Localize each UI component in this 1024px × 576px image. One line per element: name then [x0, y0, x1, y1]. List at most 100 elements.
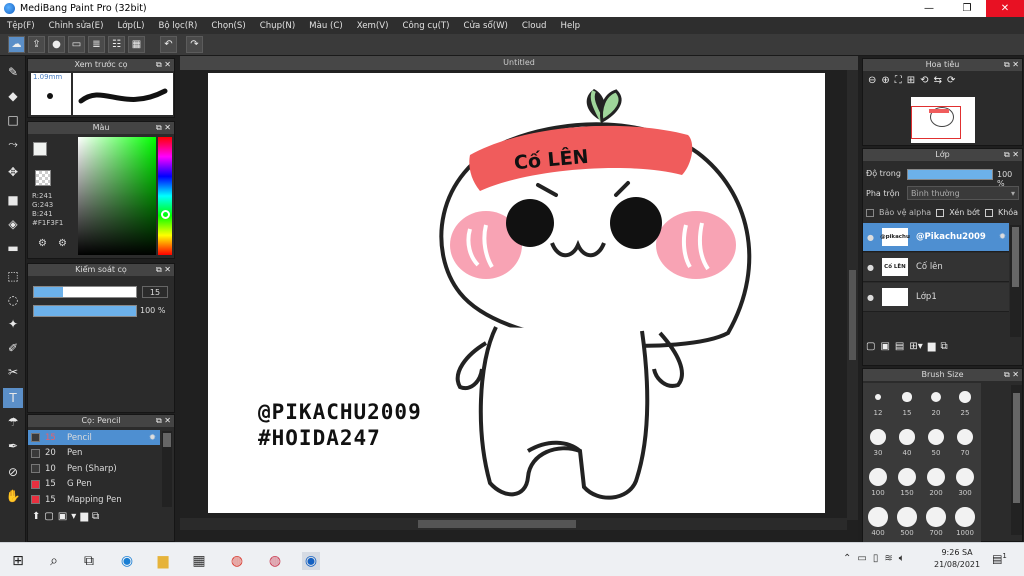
minimize-button[interactable]: — — [910, 0, 948, 17]
visibility-eye-icon[interactable]: ● — [867, 263, 874, 272]
layer-settings-gear-icon[interactable]: ✹ — [999, 232, 1006, 242]
redo-icon[interactable]: ↷ — [186, 36, 203, 53]
brush-size-preset[interactable] — [870, 429, 886, 445]
medibang-taskbar-icon[interactable]: ◉ — [302, 552, 320, 570]
comment-icon[interactable]: ● — [48, 36, 65, 53]
blend-mode-select[interactable]: Bình thường ▾ — [907, 186, 1019, 200]
layer-item[interactable]: ● Cố LÊN Cố lên — [863, 253, 1009, 282]
zoom-in-icon[interactable]: ⊕ — [881, 75, 889, 93]
magic-wand-icon[interactable]: ✦ — [3, 314, 23, 334]
chrome-profile-icon[interactable]: ◍ — [266, 552, 284, 570]
visibility-eye-icon[interactable]: ● — [867, 233, 874, 242]
layer-scrollbar[interactable] — [1010, 225, 1021, 337]
canvas-vertical-scrollbar[interactable] — [847, 70, 858, 520]
panel-close-icon[interactable]: ⧉ ✕ — [1004, 149, 1019, 161]
brush-size-preset[interactable] — [868, 507, 888, 527]
menu-item[interactable]: Bộ lọc(R) — [151, 21, 204, 31]
text-tool-icon[interactable]: T — [3, 388, 23, 408]
brush-copy-icon[interactable]: ▣ — [58, 511, 67, 531]
eyedropper-icon[interactable]: ⊘ — [3, 462, 23, 482]
bucket-tool-icon[interactable]: ◈ — [3, 214, 23, 234]
select-pen-icon[interactable]: ✐ — [3, 338, 23, 358]
brush-size-preset[interactable] — [868, 467, 888, 487]
chrome-icon[interactable]: ◍ — [228, 552, 246, 570]
new-halftone-layer-icon[interactable]: ▣ — [880, 341, 889, 361]
saturation-value-picker[interactable] — [78, 137, 156, 255]
menu-item[interactable]: Công cụ(T) — [396, 21, 457, 31]
layer-opacity-slider[interactable] — [907, 169, 993, 180]
opacity-slider[interactable] — [33, 305, 137, 317]
move-tool-icon[interactable]: ✥ — [3, 162, 23, 182]
eraser-tool-icon[interactable]: ◆ — [3, 86, 23, 106]
transparent-swatch[interactable] — [35, 170, 51, 186]
panel-close-icon[interactable]: ⧉ ✕ — [156, 264, 171, 276]
document-icon[interactable]: ≣ — [88, 36, 105, 53]
canvas-horizontal-scrollbar[interactable] — [180, 518, 847, 530]
windows-start-icon[interactable]: ⊞ — [9, 552, 27, 570]
menu-item[interactable]: Chụp(N) — [253, 21, 302, 31]
chevron-up-icon[interactable]: ⌃ — [843, 553, 851, 564]
task-view-icon[interactable]: ⧉ — [80, 552, 98, 570]
fit-icon[interactable]: ⛶ — [895, 75, 902, 93]
share-icon[interactable]: ⇪ — [28, 36, 45, 53]
size-value[interactable]: 15 — [142, 286, 168, 298]
size-slider[interactable] — [33, 286, 137, 298]
palette-add-icon[interactable]: ⚙ — [58, 238, 67, 249]
new-8bit-layer-icon[interactable]: ▤ — [895, 341, 904, 361]
clock[interactable]: 9:26 SA 21/08/2021 — [934, 547, 980, 571]
layer-item[interactable]: ● Lớp1 — [863, 283, 1009, 312]
menu-item[interactable]: Cửa sổ(W) — [457, 21, 515, 31]
gradient-tool-icon[interactable]: ▬ — [3, 238, 23, 258]
device-icon[interactable]: ▯ — [873, 553, 879, 564]
actual-size-icon[interactable]: ⊞ — [907, 75, 915, 93]
menu-item[interactable]: Lớp(L) — [110, 21, 151, 31]
blur-tool-icon[interactable]: ☂ — [3, 412, 23, 432]
brush-size-scrollbar[interactable] — [1011, 385, 1022, 535]
store-icon[interactable]: ▦ — [190, 552, 208, 570]
menu-item[interactable]: Tệp(F) — [0, 21, 42, 31]
brush-list-scrollbar[interactable] — [162, 431, 172, 507]
palette-icon[interactable]: ⚙ — [38, 238, 47, 249]
drawing-canvas[interactable]: Cố LÊN @PIKACHU2009 #HOIDA247 — [208, 73, 825, 513]
menu-item[interactable]: Help — [553, 21, 587, 31]
battery-icon[interactable]: ▭ — [857, 553, 866, 564]
zoom-out-icon[interactable]: ⊖ — [868, 75, 876, 93]
settings-gear-icon[interactable]: ✹ — [149, 433, 156, 443]
brush-size-preset[interactable] — [897, 507, 917, 527]
brush-new-icon[interactable]: ▢ — [44, 511, 53, 531]
brush-size-preset[interactable] — [955, 467, 975, 487]
brush-add-icon[interactable]: ⬆ — [32, 511, 40, 531]
canvas-tab[interactable]: Untitled — [180, 56, 858, 70]
notification-icon[interactable]: ▤1 — [992, 552, 1007, 566]
fill-rect-tool-icon[interactable]: ■ — [3, 190, 23, 210]
menu-item[interactable]: Cloud — [515, 21, 554, 31]
hue-handle[interactable] — [161, 210, 170, 219]
search-icon[interactable]: ⌕ — [45, 552, 63, 570]
panel-close-icon[interactable]: ⧉ ✕ — [1004, 59, 1019, 71]
add-layer-menu-icon[interactable]: ⊞▾ — [909, 341, 922, 361]
clip-checkbox[interactable] — [936, 208, 945, 217]
brush-size-preset[interactable] — [930, 391, 942, 403]
flip-icon[interactable]: ⇆ — [934, 75, 942, 93]
hue-slider[interactable] — [158, 137, 172, 255]
brush-list-item[interactable]: 20 Pen — [28, 446, 160, 461]
brush-size-preset[interactable] — [902, 392, 912, 402]
duplicate-layer-icon[interactable]: ⧉ — [940, 341, 947, 361]
brush-folder-icon[interactable]: ▆ — [80, 511, 88, 531]
menu-item[interactable]: Chọn(S) — [204, 21, 252, 31]
rect-select-tool-icon[interactable]: □ — [3, 110, 23, 130]
lasso-tool-icon[interactable]: ⤳ — [3, 134, 23, 154]
dotted-pen-icon[interactable]: ✒ — [3, 436, 23, 456]
foreground-swatch[interactable] — [33, 142, 47, 156]
brush-size-preset[interactable] — [927, 428, 945, 446]
brush-size-preset[interactable] — [899, 429, 915, 445]
brush-size-preset[interactable] — [897, 467, 917, 487]
hand-tool-icon[interactable]: ✋ — [3, 486, 23, 506]
volume-icon[interactable]: 🔈︎ — [899, 553, 905, 564]
new-layer-icon[interactable]: ▢ — [866, 341, 875, 361]
brush-size-preset[interactable] — [959, 391, 971, 403]
maximize-button[interactable]: ❐ — [948, 0, 986, 17]
brush-size-preset[interactable] — [874, 393, 882, 401]
lasso-select-icon[interactable]: ◌ — [3, 290, 23, 310]
brush-size-preset[interactable] — [956, 428, 974, 446]
